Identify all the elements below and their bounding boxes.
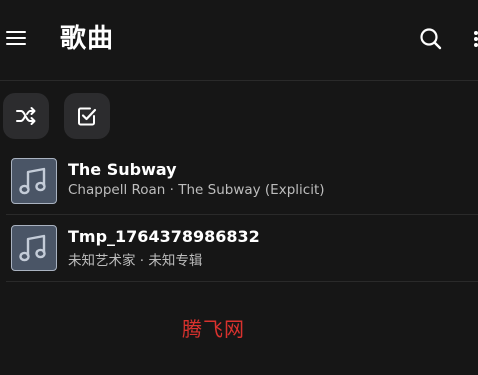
album-art xyxy=(11,225,57,271)
page-title: 歌曲 xyxy=(60,24,115,54)
more-dot-top xyxy=(474,31,478,35)
track-title: The Subway xyxy=(68,160,177,179)
menu-icon-bar-bottom xyxy=(6,43,26,45)
checkbox-icon xyxy=(78,107,97,126)
songs-screen: 歌曲 The Subway Chappell Roan · The Subway… xyxy=(0,0,478,375)
track-subtitle: 未知艺术家 · 未知专辑 xyxy=(68,253,203,269)
list-item[interactable]: The Subway Chappell Roan · The Subway (E… xyxy=(6,150,478,214)
shuffle-icon xyxy=(16,107,36,125)
select-button[interactable] xyxy=(64,93,110,139)
watermark: 腾飞网 xyxy=(182,317,245,341)
app-bar: 歌曲 xyxy=(0,0,478,81)
search-button[interactable] xyxy=(418,26,444,52)
search-icon xyxy=(420,28,442,50)
more-options-button[interactable] xyxy=(470,26,478,52)
shuffle-button[interactable] xyxy=(3,93,49,139)
music-note-icon xyxy=(19,234,46,262)
more-dot-middle xyxy=(474,37,478,41)
menu-icon-bar-top xyxy=(6,31,26,33)
menu-icon-bar-middle xyxy=(6,37,26,39)
menu-button[interactable] xyxy=(4,26,28,50)
list-divider xyxy=(6,281,478,282)
track-subtitle: Chappell Roan · The Subway (Explicit) xyxy=(68,182,325,198)
track-title: Tmp_1764378986832 xyxy=(68,227,260,246)
music-note-icon xyxy=(19,167,46,195)
album-art xyxy=(11,158,57,204)
list-divider xyxy=(6,214,478,215)
list-item[interactable]: Tmp_1764378986832 未知艺术家 · 未知专辑 xyxy=(6,217,478,281)
more-dot-bottom xyxy=(474,43,478,47)
